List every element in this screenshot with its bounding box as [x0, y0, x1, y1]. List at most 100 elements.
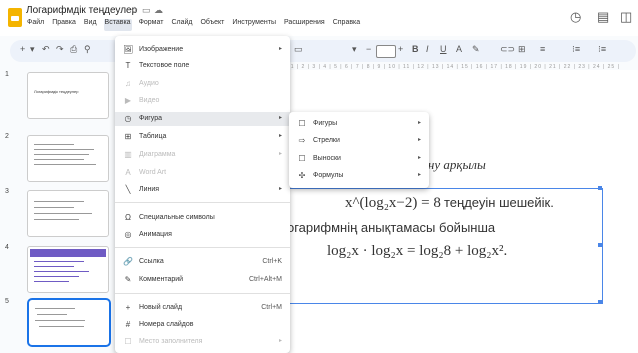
menu-separator — [115, 293, 290, 294]
menu-item-placeholder[interactable]: ☐ Место заполнителя ▸ — [115, 335, 290, 349]
numbered-list-button[interactable]: ⁝≡ — [598, 44, 606, 55]
placeholder-icon: ☐ — [124, 337, 132, 346]
chevron-right-icon: ▸ — [278, 338, 282, 344]
slides-logo-icon[interactable] — [8, 8, 22, 27]
submenu-item-equations[interactable]: ✣ Формулы ▸ — [289, 169, 429, 183]
font-size-increase[interactable]: + — [398, 44, 403, 54]
highlight-button[interactable]: ✎ — [472, 44, 480, 55]
menu-slide[interactable]: Слайд — [170, 19, 193, 31]
text-color-button[interactable]: A — [456, 44, 462, 54]
new-slide-dropdown[interactable]: ▾ — [30, 44, 35, 55]
italic-button[interactable]: I — [426, 44, 429, 54]
chevron-right-icon: ▸ — [417, 172, 421, 178]
slide-thumbnail-1[interactable]: Логарифмдік теңдеулер — [27, 72, 109, 119]
slide-thumbnail-3[interactable] — [27, 190, 109, 237]
bulleted-list-button[interactable]: ⁝≡ — [572, 44, 580, 55]
slide-thumbnail-5[interactable] — [27, 298, 111, 347]
menu-item-word-art[interactable]: A Word Art — [115, 166, 290, 180]
chevron-right-icon: ▸ — [278, 115, 282, 121]
chevron-right-icon: ▸ — [278, 186, 282, 192]
move-folder-icon[interactable]: ▭ — [142, 5, 151, 16]
image-toolbar-icon[interactable]: ▭ — [294, 44, 303, 55]
callout-icon: ☐ — [298, 154, 306, 163]
chevron-right-icon: ▸ — [278, 151, 282, 157]
slide-thumbnail-2[interactable] — [27, 135, 109, 182]
menu-item-video[interactable]: ▶ Видео — [115, 94, 290, 108]
menu-bar: Файл Правка Вид Вставка Формат Слайд Объ… — [26, 19, 361, 31]
new-slide-button[interactable]: + — [20, 44, 25, 54]
ruler: | 1 | 2 | 3 | 4 | 5 | 6 | 7 | 8 | 9 | 10… — [286, 64, 620, 70]
link-button[interactable]: ⊂⊃ — [500, 44, 515, 55]
word-art-icon: A — [125, 168, 131, 177]
slide-thumbnail-4[interactable] — [27, 246, 109, 293]
menu-item-image[interactable]: 🖼 Изображение ▸ — [115, 43, 290, 57]
menu-format[interactable]: Формат — [138, 19, 165, 31]
menu-object[interactable]: Объект — [199, 19, 225, 31]
menu-view[interactable]: Вид — [83, 19, 98, 31]
menu-extensions[interactable]: Расширения — [283, 19, 326, 31]
square-icon: ☐ — [298, 119, 306, 128]
selection-box[interactable] — [248, 188, 603, 304]
link-icon: 🔗 — [123, 257, 133, 266]
menu-item-shape[interactable]: ◷ Фигура ▸ — [115, 112, 290, 126]
menu-item-new-slide[interactable]: + Новый слайд Ctrl+M — [115, 301, 290, 315]
arrow-icon: ⇨ — [298, 136, 306, 145]
menu-item-chart[interactable]: ▥ Диаграмма ▸ — [115, 148, 290, 162]
cloud-status-icon[interactable]: ☁ — [154, 5, 163, 16]
resize-handle[interactable] — [598, 300, 602, 304]
menu-item-line[interactable]: ╲ Линия ▸ — [115, 183, 290, 197]
redo-button[interactable]: ↷ — [56, 44, 64, 55]
history-icon[interactable]: ◷ — [570, 9, 581, 25]
menu-item-link[interactable]: 🔗 Ссылка Ctrl+K — [115, 255, 290, 269]
menu-item-audio[interactable]: ♫ Аудио — [115, 77, 290, 91]
slide-number: 5 — [5, 298, 9, 305]
chevron-right-icon: ▸ — [417, 137, 421, 143]
shape-submenu: ☐ Фигуры ▸ ⇨ Стрелки ▸ ☐ Выноски ▸ ✣ Формулы ▸ — [289, 112, 429, 188]
undo-button[interactable]: ↶ — [42, 44, 50, 55]
comment-button[interactable]: ⊞ — [518, 44, 526, 55]
menu-file[interactable]: Файл — [26, 19, 45, 31]
font-size-input[interactable] — [376, 45, 396, 58]
line-icon: ╲ — [125, 185, 131, 194]
slide-number: 4 — [5, 244, 9, 251]
slide-number: 2 — [5, 133, 9, 140]
animation-icon: ◎ — [124, 230, 132, 239]
submenu-item-shapes[interactable]: ☐ Фигуры ▸ — [289, 117, 429, 131]
plus-icon: + — [125, 303, 131, 312]
menu-item-comment[interactable]: ✎ Комментарий Ctrl+Alt+M — [115, 273, 290, 287]
thumb-title: Логарифмдік теңдеулер — [34, 89, 79, 94]
paint-format-button[interactable]: ⚲ — [84, 44, 91, 55]
equation-icon: ✣ — [298, 171, 306, 180]
menu-item-special-characters[interactable]: Ω Специальные символы — [115, 211, 290, 225]
print-button[interactable]: ⎙ — [70, 44, 77, 55]
video-icon: ▶ — [124, 96, 132, 105]
align-button[interactable]: ≡ — [540, 44, 545, 54]
resize-handle[interactable] — [598, 186, 602, 190]
star-icon[interactable]: ☆ — [130, 5, 138, 16]
menu-item-slide-numbers[interactable]: # Номера слайдов — [115, 318, 290, 332]
chevron-right-icon: ▸ — [417, 155, 421, 161]
menu-item-text-box[interactable]: T Текстовое поле — [115, 59, 290, 73]
document-title[interactable]: Логарифмдік теңдеулер — [26, 5, 137, 16]
comment-icon: ✎ — [124, 275, 132, 284]
menu-item-table[interactable]: ⊞ Таблица ▸ — [115, 130, 290, 144]
font-dropdown[interactable]: ▾ — [352, 44, 357, 55]
resize-handle[interactable] — [598, 243, 602, 247]
menu-help[interactable]: Справка — [332, 19, 361, 31]
menu-tools[interactable]: Инструменты — [231, 19, 277, 31]
chevron-right-icon: ▸ — [417, 120, 421, 126]
slide-number: 1 — [5, 71, 9, 78]
submenu-item-callouts[interactable]: ☐ Выноски ▸ — [289, 152, 429, 166]
menu-insert[interactable]: Вставка — [103, 19, 132, 31]
menu-item-animation[interactable]: ◎ Анимация — [115, 228, 290, 242]
menu-separator — [115, 247, 290, 248]
menu-edit[interactable]: Правка — [51, 19, 77, 31]
comments-icon[interactable]: ▤ — [597, 9, 609, 25]
meet-icon[interactable]: ◫ — [620, 9, 632, 25]
image-icon: 🖼 — [123, 45, 134, 54]
font-size-decrease[interactable]: − — [366, 44, 371, 54]
submenu-item-arrows[interactable]: ⇨ Стрелки ▸ — [289, 134, 429, 148]
underline-button[interactable]: U — [440, 44, 447, 54]
bold-button[interactable]: B — [412, 44, 419, 54]
chart-icon: ▥ — [124, 150, 132, 159]
